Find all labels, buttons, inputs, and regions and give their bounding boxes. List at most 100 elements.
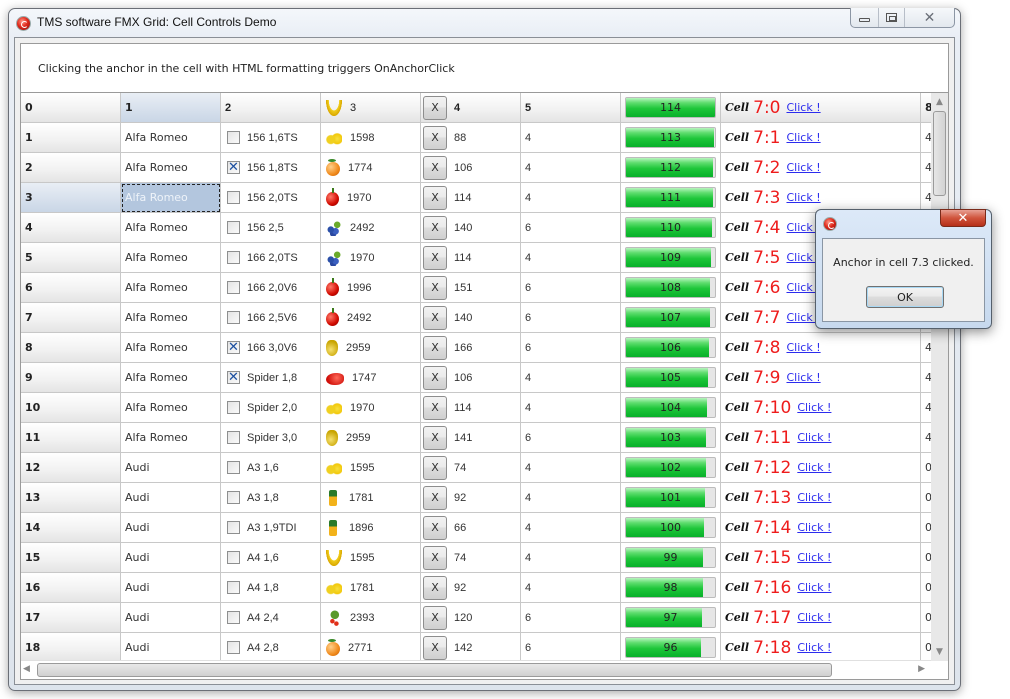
row-x-button[interactable]: X bbox=[423, 125, 447, 150]
horizontal-scroll-thumb[interactable] bbox=[37, 663, 832, 677]
row-checkbox[interactable] bbox=[227, 401, 240, 414]
col8-cell[interactable]: 0 bbox=[921, 573, 931, 603]
cc-cell[interactable]: 1774 bbox=[321, 153, 421, 183]
model-cell[interactable]: A4 2,8 bbox=[221, 633, 321, 661]
html-cell[interactable]: Cell 7:10 Click ! bbox=[721, 393, 921, 423]
vertical-scrollbar[interactable]: ▲ ▼ bbox=[931, 93, 948, 661]
make-cell[interactable]: Audi bbox=[121, 483, 221, 513]
make-cell[interactable]: Audi bbox=[121, 453, 221, 483]
progress-cell[interactable]: 110 bbox=[621, 213, 721, 243]
anchor-link[interactable]: Click ! bbox=[786, 341, 820, 354]
make-cell[interactable]: Alfa Romeo bbox=[121, 423, 221, 453]
row-checkbox[interactable] bbox=[227, 251, 240, 264]
make-cell[interactable]: Alfa Romeo bbox=[121, 123, 221, 153]
cyl-cell[interactable]: 6 bbox=[521, 213, 621, 243]
cyl-cell[interactable]: 6 bbox=[521, 273, 621, 303]
make-cell[interactable]: Audi bbox=[121, 603, 221, 633]
cc-cell[interactable]: 1598 bbox=[321, 123, 421, 153]
hp-cell[interactable]: X 92 bbox=[421, 573, 521, 603]
vertical-scroll-thumb[interactable] bbox=[933, 111, 946, 196]
model-cell[interactable]: A4 1,6 bbox=[221, 543, 321, 573]
progress-cell[interactable]: 102 bbox=[621, 453, 721, 483]
progress-cell[interactable]: 105 bbox=[621, 363, 721, 393]
row-x-button[interactable]: X bbox=[423, 605, 447, 630]
row-x-button[interactable]: X bbox=[423, 635, 447, 660]
title-bar[interactable]: TMS software FMX Grid: Cell Controls Dem… bbox=[9, 8, 960, 37]
cyl-cell[interactable]: 4 bbox=[521, 243, 621, 273]
html-cell[interactable]: Cell 7:9 Click ! bbox=[721, 363, 921, 393]
row-checkbox[interactable] bbox=[227, 281, 240, 294]
model-cell[interactable]: Spider 1,8 bbox=[221, 363, 321, 393]
row-header-cell[interactable]: 3 bbox=[21, 183, 121, 213]
make-cell[interactable]: Audi bbox=[121, 513, 221, 543]
row-x-button[interactable]: X bbox=[423, 455, 447, 480]
row-x-button[interactable]: X bbox=[423, 395, 447, 420]
row-checkbox[interactable] bbox=[227, 581, 240, 594]
hp-cell[interactable]: X 106 bbox=[421, 153, 521, 183]
dialog-close-button[interactable]: ✕ bbox=[940, 209, 986, 227]
cc-cell[interactable]: 2393 bbox=[321, 603, 421, 633]
model-cell[interactable]: A4 1,8 bbox=[221, 573, 321, 603]
model-cell[interactable]: 166 2,0V6 bbox=[221, 273, 321, 303]
model-cell[interactable]: 156 1,8TS bbox=[221, 153, 321, 183]
row-checkbox[interactable] bbox=[227, 431, 240, 444]
model-cell[interactable]: A4 2,4 bbox=[221, 603, 321, 633]
make-cell[interactable]: Audi bbox=[121, 573, 221, 603]
header-cell-2[interactable]: 2 bbox=[221, 93, 321, 123]
cyl-cell[interactable]: 4 bbox=[521, 363, 621, 393]
html-cell[interactable]: Cell 7:11 Click ! bbox=[721, 423, 921, 453]
cc-cell[interactable]: 2492 bbox=[321, 213, 421, 243]
col8-cell[interactable]: 0 bbox=[921, 603, 931, 633]
hp-cell[interactable]: X 74 bbox=[421, 453, 521, 483]
hp-cell[interactable]: X 74 bbox=[421, 543, 521, 573]
hp-cell[interactable]: X 140 bbox=[421, 303, 521, 333]
col8-cell[interactable]: 0 bbox=[921, 633, 931, 661]
make-cell[interactable]: Alfa Romeo bbox=[121, 363, 221, 393]
cc-cell[interactable]: 1996 bbox=[321, 273, 421, 303]
anchor-link[interactable]: Click ! bbox=[797, 641, 831, 654]
progress-cell[interactable]: 97 bbox=[621, 603, 721, 633]
scroll-left-arrow[interactable]: ◀ bbox=[23, 664, 30, 674]
row-checkbox[interactable] bbox=[227, 340, 240, 355]
html-cell[interactable]: Cell 7:16 Click ! bbox=[721, 573, 921, 603]
make-cell[interactable]: Alfa Romeo bbox=[121, 333, 221, 363]
cc-cell[interactable]: 1970 bbox=[321, 243, 421, 273]
row-x-button[interactable]: X bbox=[423, 425, 447, 450]
cyl-cell[interactable]: 4 bbox=[521, 393, 621, 423]
html-cell[interactable]: Cell 7:2 Click ! bbox=[721, 153, 921, 183]
progress-cell[interactable]: 107 bbox=[621, 303, 721, 333]
progress-cell[interactable]: 96 bbox=[621, 633, 721, 661]
cc-cell[interactable]: 1970 bbox=[321, 393, 421, 423]
row-checkbox[interactable] bbox=[227, 491, 240, 504]
header-cell-1[interactable]: 1 bbox=[121, 93, 221, 123]
row-checkbox[interactable] bbox=[227, 551, 240, 564]
close-button[interactable]: ✕ bbox=[905, 8, 954, 27]
anchor-link[interactable]: Click ! bbox=[797, 491, 831, 504]
row-header-cell[interactable]: 7 bbox=[21, 303, 121, 333]
progress-cell[interactable]: 103 bbox=[621, 423, 721, 453]
make-cell[interactable]: Alfa Romeo bbox=[121, 213, 221, 243]
model-cell[interactable]: 166 2,0TS bbox=[221, 243, 321, 273]
make-cell[interactable]: Alfa Romeo bbox=[121, 243, 221, 273]
row-x-button[interactable]: X bbox=[423, 215, 447, 240]
model-cell[interactable]: 166 2,5V6 bbox=[221, 303, 321, 333]
row-checkbox[interactable] bbox=[227, 611, 240, 624]
row-x-button[interactable]: X bbox=[423, 305, 447, 330]
row-x-button[interactable]: X bbox=[423, 185, 447, 210]
cyl-cell[interactable]: 4 bbox=[521, 543, 621, 573]
row-header-cell[interactable]: 17 bbox=[21, 603, 121, 633]
row-header-cell[interactable]: 10 bbox=[21, 393, 121, 423]
anchor-link[interactable]: Click ! bbox=[786, 371, 820, 384]
header-cell-5[interactable]: 5 bbox=[521, 93, 621, 123]
cyl-cell[interactable]: 4 bbox=[521, 513, 621, 543]
header-cell-4[interactable]: X 4 bbox=[421, 93, 521, 123]
cyl-cell[interactable]: 6 bbox=[521, 303, 621, 333]
data-grid[interactable]: 0 1 2 3 X 4 5 114 Cell 7:0 Click ! 1 Alf… bbox=[20, 92, 949, 680]
row-x-button[interactable]: X bbox=[423, 275, 447, 300]
cyl-cell[interactable]: 6 bbox=[521, 603, 621, 633]
row-x-button[interactable]: X bbox=[423, 155, 447, 180]
scroll-down-arrow[interactable]: ▼ bbox=[931, 643, 948, 661]
anchor-link[interactable]: Click ! bbox=[786, 191, 820, 204]
col8-cell[interactable]: 0 bbox=[921, 453, 931, 483]
make-cell[interactable]: Alfa Romeo bbox=[121, 303, 221, 333]
